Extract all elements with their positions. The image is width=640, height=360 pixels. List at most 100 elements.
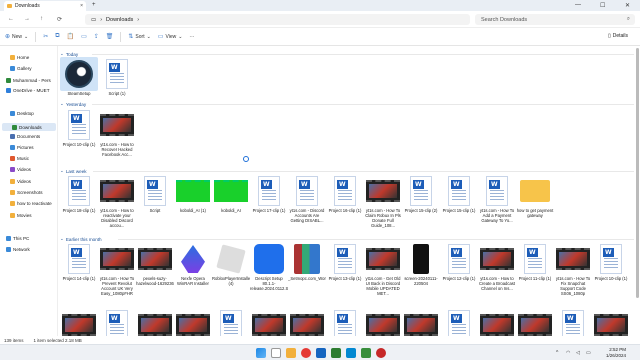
battery-icon[interactable]: ▭ (586, 350, 591, 356)
file-item[interactable]: W (98, 308, 136, 336)
start-icon[interactable] (256, 348, 266, 358)
sidebar-item[interactable]: how to reactivate (10, 201, 52, 206)
search-input[interactable]: Search Downloads ⌕ (475, 14, 635, 25)
app-icon[interactable] (376, 348, 386, 358)
view-button[interactable]: ▭ View ⌄ (158, 33, 183, 41)
sidebar-item[interactable]: This PC (6, 236, 29, 241)
file-item[interactable]: Wyt1s.com - Discord Accounts Are Getting… (288, 174, 326, 223)
file-item[interactable]: W (554, 308, 592, 336)
new-tab-button[interactable]: + (92, 2, 96, 8)
maximize-button[interactable]: ☐ (600, 2, 605, 9)
group-header[interactable]: ⌄ Yesterday (60, 101, 86, 107)
file-item[interactable]: W Project 10-clip (1) (60, 108, 98, 147)
tab-downloads[interactable]: Downloads × (4, 1, 86, 11)
sidebar-item[interactable]: OneDrive - MUET (6, 88, 50, 93)
task-view-icon[interactable] (271, 348, 281, 358)
file-item[interactable] (136, 308, 174, 336)
file-item[interactable]: W Project 16-clip (1) (326, 174, 364, 213)
file-item[interactable]: W Project 15-clip (1) (440, 174, 478, 213)
close-button[interactable]: ✕ (625, 2, 630, 9)
details-button[interactable]: ▯ Details (608, 33, 628, 39)
file-item[interactable]: yt1s.com - How to Create a Broadcast Cha… (478, 242, 516, 291)
file-item[interactable]: Nexfe Opera WinRAR Installer (174, 242, 212, 286)
minimize-button[interactable]: — (575, 2, 581, 8)
file-explorer-icon[interactable] (286, 348, 296, 358)
file-item[interactable]: W (212, 308, 250, 336)
file-item[interactable]: W Script (1) (98, 57, 136, 96)
file-item[interactable]: yt1s.com - How To Prevent Revolut Accoun… (98, 242, 136, 296)
vertical-scrollbar[interactable] (636, 48, 639, 298)
sidebar-item[interactable]: Home (10, 55, 29, 60)
wifi-icon[interactable]: ◠ (566, 350, 570, 356)
file-item[interactable]: W Project 14-clip (1) (60, 242, 98, 281)
file-item[interactable]: RobloxPlayerInstaller (4) (212, 242, 250, 286)
file-item[interactable] (364, 308, 402, 336)
copy-icon[interactable]: ⧉ (55, 33, 59, 40)
app-icon[interactable] (316, 348, 326, 358)
file-item[interactable]: W Project 13-clip (1) (326, 242, 364, 281)
browser-icon[interactable] (301, 348, 311, 358)
file-item[interactable] (60, 308, 98, 336)
new-button[interactable]: ⊕ New ⌄ (5, 33, 28, 41)
file-item[interactable]: _Setmopc.com_Wondershare_Filmora_12.0.12… (288, 242, 326, 281)
file-item[interactable]: yt1s.com - How To Claim Robux In Pls Don… (364, 174, 402, 228)
file-item[interactable] (592, 308, 630, 336)
file-item[interactable]: W (326, 308, 364, 336)
volume-icon[interactable]: ◁ (576, 350, 580, 356)
delete-icon[interactable]: 🗑 (106, 33, 114, 40)
file-item[interactable]: W Project 18-clip (1) (60, 174, 98, 213)
file-item[interactable]: yt1s.com - Get Old UI Back in Discord Mo… (364, 242, 402, 296)
file-item[interactable]: SteamSetup (60, 57, 98, 96)
file-item[interactable]: koboldi_AI (212, 174, 250, 213)
file-item[interactable]: Descript Setup 80.1.1-release.2024.0112.… (250, 242, 288, 291)
file-item[interactable]: Wyt1s.com - How To Add a Payment Gateway… (478, 174, 516, 223)
address-field[interactable]: ▭ › Downloads › (85, 14, 470, 25)
file-item[interactable] (478, 308, 516, 336)
file-item[interactable]: yt1s.com - How To Fix Snapchat Support C… (554, 242, 592, 296)
sidebar-item[interactable]: Documents (10, 134, 40, 139)
more-options-button[interactable]: ··· (189, 34, 194, 40)
file-item[interactable]: W Project 15-clip (2) (402, 174, 440, 213)
sort-button[interactable]: ⇅ Sort ⌄ (128, 33, 150, 41)
clock[interactable]: 2:52 PM 1/26/2024 (606, 347, 626, 359)
file-item[interactable]: how to get payment gateway (516, 174, 554, 218)
file-item[interactable]: screen-20240111-220504 (402, 242, 440, 286)
paste-icon[interactable]: 📋 (67, 33, 74, 40)
file-item[interactable]: koboldi_AI (1) (174, 174, 212, 213)
tab-close-icon[interactable]: × (80, 3, 83, 9)
sidebar-item[interactable]: Movies (10, 213, 32, 218)
sidebar-item[interactable]: Music (10, 156, 29, 161)
file-item[interactable]: W Script (136, 174, 174, 213)
refresh-icon[interactable]: ⟳ (57, 16, 62, 23)
file-item[interactable]: pexels-suzy-hazelwood-1629236 (136, 242, 174, 286)
sidebar-item[interactable]: Videos (10, 167, 31, 172)
rename-icon[interactable]: ▭ (81, 33, 87, 40)
file-item[interactable]: yt1s.com - How to reactivate your Disabl… (98, 174, 136, 228)
file-item[interactable]: yt1s.com - How to Recover Hacked Faceboo… (98, 108, 136, 157)
file-item[interactable] (250, 308, 288, 336)
cut-icon[interactable]: ✂ (43, 33, 48, 40)
sidebar-item[interactable]: Pictures (10, 145, 34, 150)
app-icon[interactable] (331, 348, 341, 358)
app-icon[interactable] (346, 348, 356, 358)
back-arrow-icon[interactable]: ← (8, 16, 14, 22)
file-item[interactable]: W Project 12-clip (1) (440, 242, 478, 281)
forward-arrow-icon[interactable]: → (24, 16, 30, 22)
share-icon[interactable]: ⇪ (94, 33, 99, 40)
up-arrow-icon[interactable]: ↑ (40, 16, 43, 22)
sidebar-item[interactable]: Videos (10, 179, 31, 184)
file-item[interactable]: W Project 17-clip (1) (250, 174, 288, 213)
sidebar-item[interactable]: Screenshots (10, 190, 43, 195)
file-item[interactable]: W Project 11-clip (1) (516, 242, 554, 281)
app-icon[interactable] (361, 348, 371, 358)
file-item[interactable] (402, 308, 440, 336)
file-item[interactable] (174, 308, 212, 336)
file-item[interactable] (288, 308, 326, 336)
file-item[interactable]: W Project 10-clip (1) (592, 242, 630, 281)
sidebar-item[interactable]: Downloads (2, 123, 56, 131)
chevron-up-icon[interactable]: ^ (556, 350, 558, 356)
sidebar-item[interactable]: Network (6, 247, 30, 252)
sidebar-item[interactable]: Desktop (10, 111, 34, 116)
sidebar-item[interactable]: Muhammad - Pers (6, 78, 51, 83)
sidebar-item[interactable]: Gallery (10, 66, 32, 71)
